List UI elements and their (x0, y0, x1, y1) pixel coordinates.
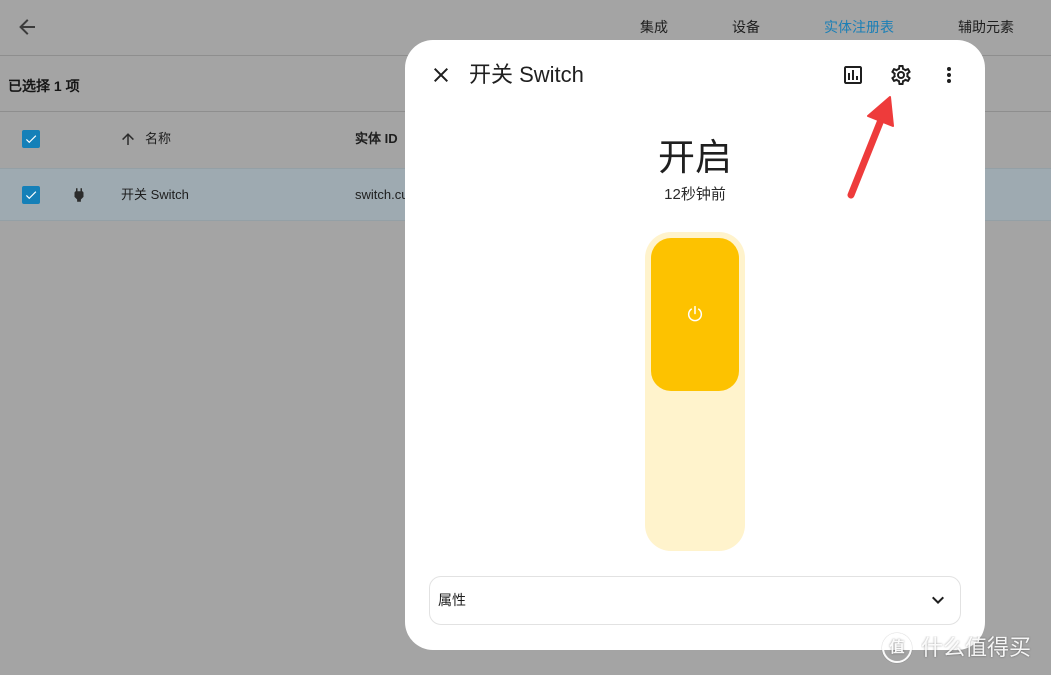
watermark-text: 什么值得买 (921, 636, 1032, 660)
power-plug-icon (74, 188, 84, 202)
chevron-down-icon (932, 596, 944, 604)
toggle-on-fill (651, 238, 739, 391)
row-checkbox[interactable] (22, 186, 40, 204)
more-options-button[interactable] (929, 55, 969, 95)
history-button[interactable] (833, 55, 873, 95)
watermark-logo: 值 (882, 633, 912, 663)
close-icon (434, 68, 448, 82)
dialog-title: 开关 Switch (469, 62, 584, 87)
checkmark-icon (25, 135, 37, 144)
column-header-name[interactable]: 名称 (119, 130, 199, 148)
dots-vertical-icon (947, 67, 951, 83)
arrow-up-icon (122, 133, 134, 145)
attributes-expander[interactable]: 属性 (429, 576, 961, 625)
settings-button[interactable] (881, 55, 921, 95)
power-icon (687, 305, 703, 322)
row-name: 开关 Switch (121, 187, 189, 202)
gear-icon (891, 65, 911, 85)
selection-count-label: 已选择 1 项 (8, 78, 80, 94)
column-header-entity-id[interactable]: 实体 ID (355, 130, 398, 148)
close-button[interactable] (421, 55, 461, 95)
power-toggle[interactable] (645, 232, 745, 551)
arrow-left-icon (19, 19, 35, 35)
annotation-arrow (847, 96, 894, 199)
select-all-checkbox[interactable] (22, 130, 40, 148)
back-button[interactable] (7, 7, 47, 47)
row-entity-id: switch.cu (355, 187, 409, 202)
attributes-label: 属性 (438, 592, 466, 608)
checkmark-icon (25, 191, 37, 200)
column-header-name-label: 名称 (145, 131, 172, 146)
chart-box-icon (844, 66, 862, 84)
